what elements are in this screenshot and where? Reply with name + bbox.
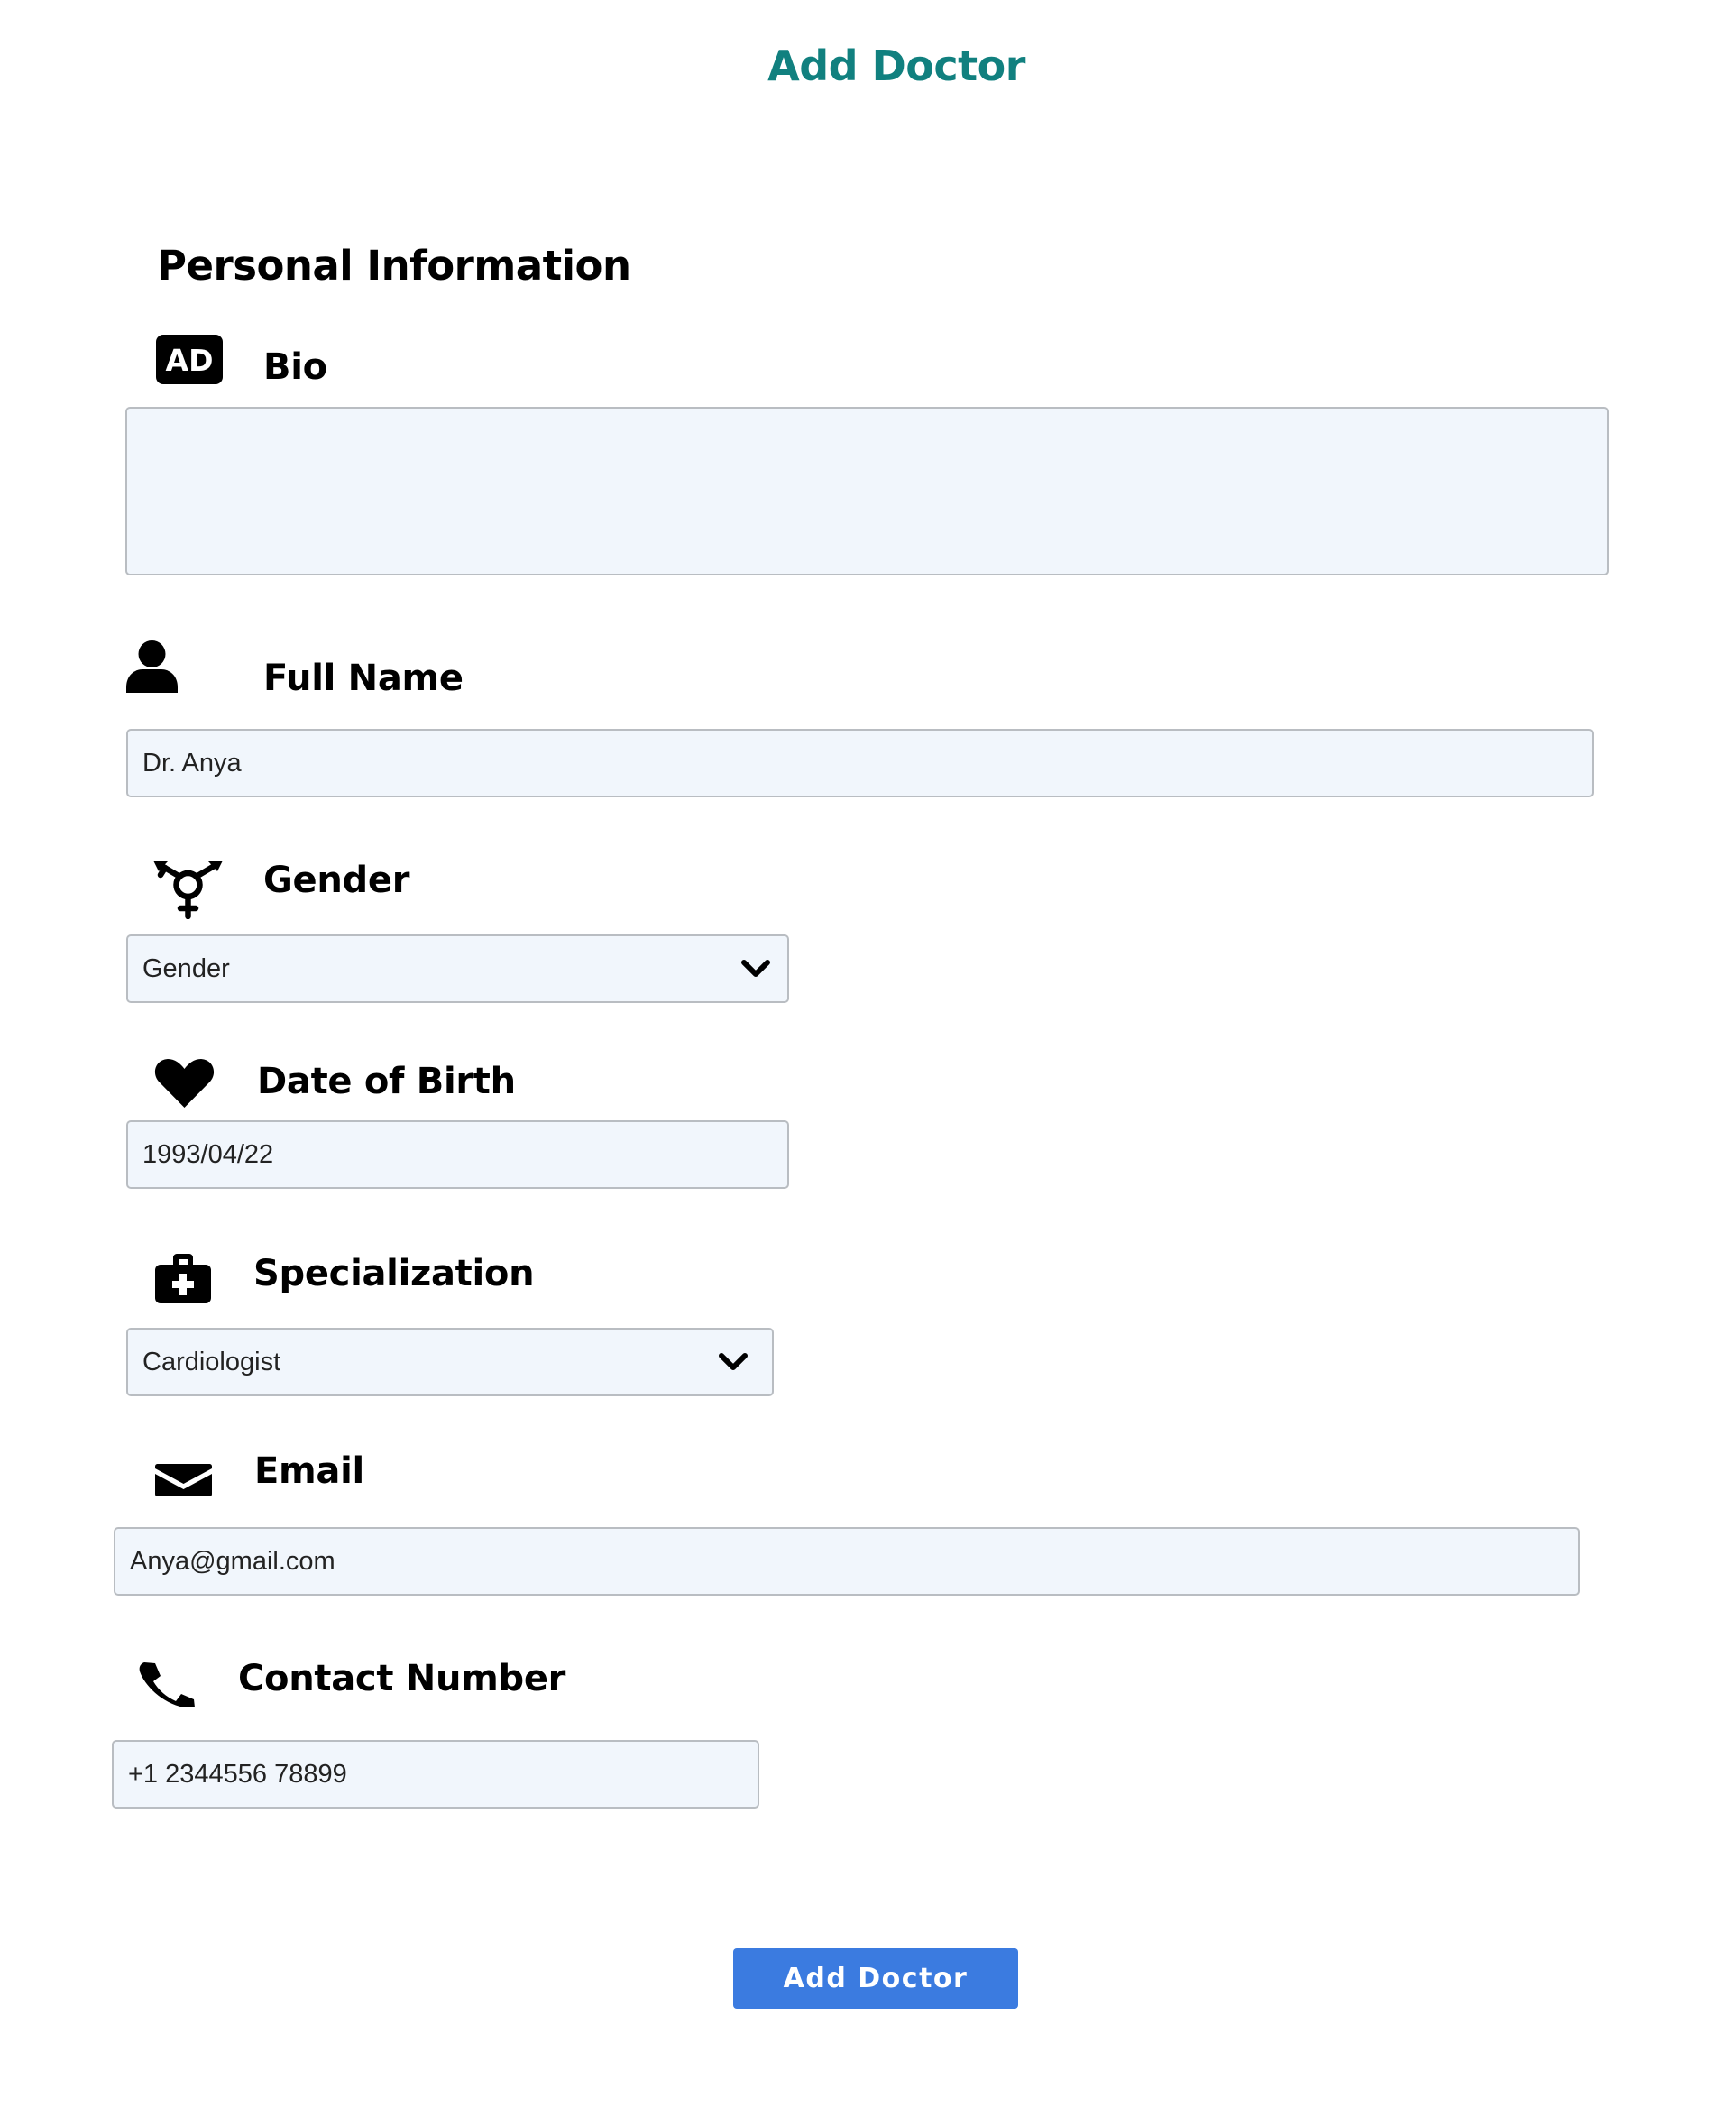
- page-title: Add Doctor: [767, 41, 1025, 90]
- gender-select[interactable]: Gender: [126, 934, 789, 1003]
- dob-label: Date of Birth: [257, 1061, 516, 1102]
- specialization-value: Cardiologist: [142, 1347, 281, 1376]
- full-name-label: Full Name: [263, 658, 464, 699]
- chevron-down-icon: [719, 1353, 748, 1370]
- dob-input[interactable]: 1993/04/22: [126, 1120, 789, 1189]
- medical-kit-icon: [155, 1254, 211, 1303]
- email-value: Anya@gmail.com: [130, 1546, 335, 1576]
- gender-label: Gender: [263, 860, 410, 901]
- gender-value: Gender: [142, 953, 230, 983]
- specialization-label: Specialization: [253, 1253, 535, 1294]
- email-input[interactable]: Anya@gmail.com: [114, 1527, 1580, 1596]
- dob-value: 1993/04/22: [142, 1139, 274, 1169]
- contact-value: +1 2344556 78899: [128, 1759, 347, 1789]
- heart-icon: [154, 1059, 215, 1108]
- contact-label: Contact Number: [238, 1658, 566, 1699]
- contact-input[interactable]: +1 2344556 78899: [112, 1740, 759, 1809]
- bio-label: Bio: [263, 346, 327, 388]
- full-name-value: Dr. Anya: [142, 748, 242, 778]
- full-name-input[interactable]: Dr. Anya: [126, 729, 1594, 797]
- bio-textarea[interactable]: [125, 407, 1609, 575]
- phone-icon: [139, 1662, 195, 1707]
- section-title: Personal Information: [157, 242, 631, 290]
- envelope-icon: [155, 1464, 212, 1496]
- chevron-down-icon: [741, 960, 770, 977]
- add-doctor-button[interactable]: Add Doctor: [733, 1948, 1018, 2009]
- specialization-select[interactable]: Cardiologist: [126, 1328, 774, 1396]
- email-label: Email: [254, 1450, 364, 1492]
- ad-badge-text: AD: [166, 343, 214, 378]
- ad-badge-icon: AD: [156, 335, 223, 384]
- person-icon: [126, 640, 178, 693]
- transgender-icon: [153, 861, 223, 919]
